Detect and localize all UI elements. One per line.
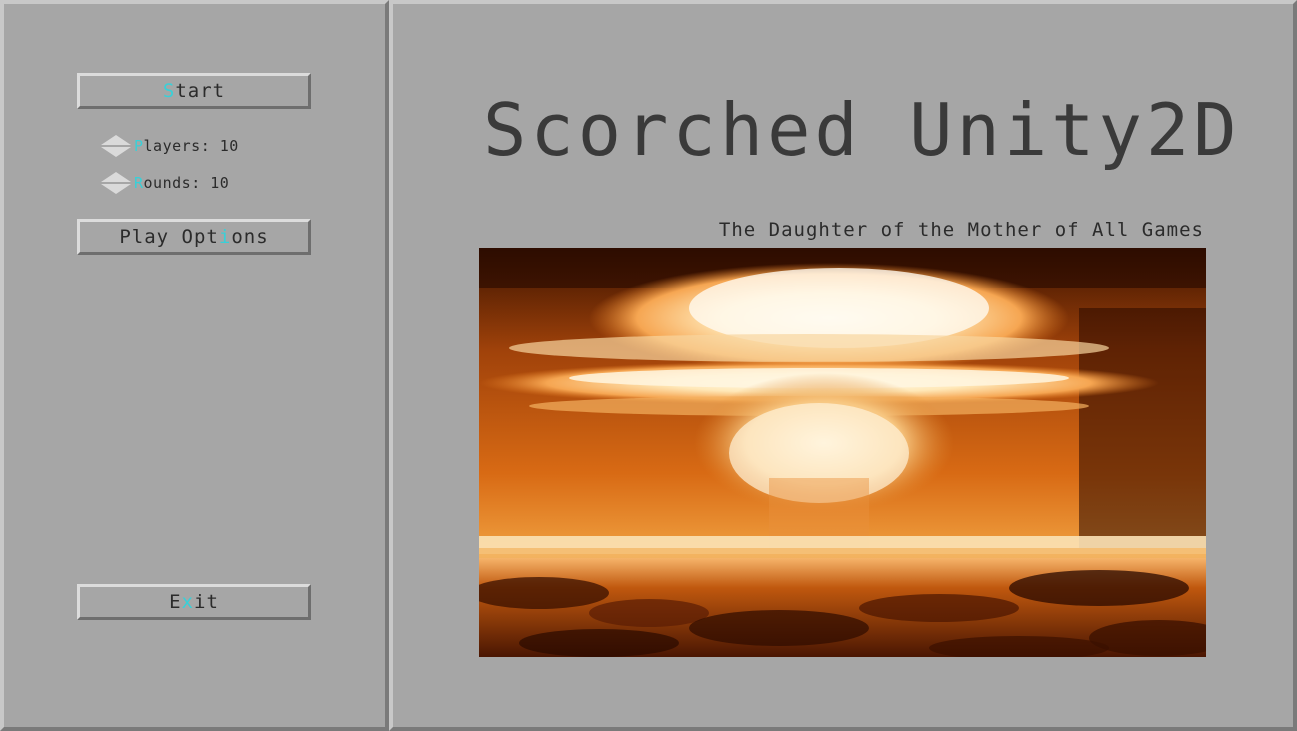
play-options-label-before: Play Opt [119, 225, 219, 248]
game-subtitle: The Daughter of the Mother of All Games [718, 219, 1204, 241]
players-decrease-icon[interactable] [101, 147, 131, 157]
rounds-label-text: ounds [143, 174, 192, 192]
start-label: tart [175, 79, 226, 102]
exit-label-after: it [194, 590, 219, 613]
start-button[interactable]: Start [77, 73, 311, 109]
players-increase-icon[interactable] [101, 135, 131, 145]
rounds-label: Rounds: 10 [134, 174, 230, 192]
players-label-text: layers [143, 137, 201, 155]
rounds-setting: Rounds: 10 [100, 170, 229, 196]
rounds-value: 10 [210, 174, 230, 192]
rounds-spinner[interactable] [100, 170, 132, 196]
rounds-decrease-icon[interactable] [101, 184, 131, 194]
play-options-hotkey: i [218, 225, 232, 248]
play-options-label-after: ons [231, 225, 269, 248]
rounds-hotkey: R [134, 174, 144, 192]
players-setting: Players: 10 [100, 133, 239, 159]
rounds-increase-icon[interactable] [101, 172, 131, 182]
players-spinner[interactable] [100, 133, 132, 159]
game-title: Scorched Unity2D [483, 88, 1241, 172]
mushroom-cloud-image [479, 248, 1206, 657]
players-hotkey: P [134, 137, 144, 155]
exit-label-before: E [169, 590, 182, 613]
start-hotkey: S [162, 79, 176, 102]
players-label: Players: 10 [134, 137, 239, 155]
exit-hotkey: x [181, 590, 194, 613]
players-value: 10 [219, 137, 239, 155]
left-menu-panel [0, 0, 389, 731]
play-options-button[interactable]: Play Options [77, 219, 311, 255]
exit-button[interactable]: Exit [77, 584, 311, 620]
